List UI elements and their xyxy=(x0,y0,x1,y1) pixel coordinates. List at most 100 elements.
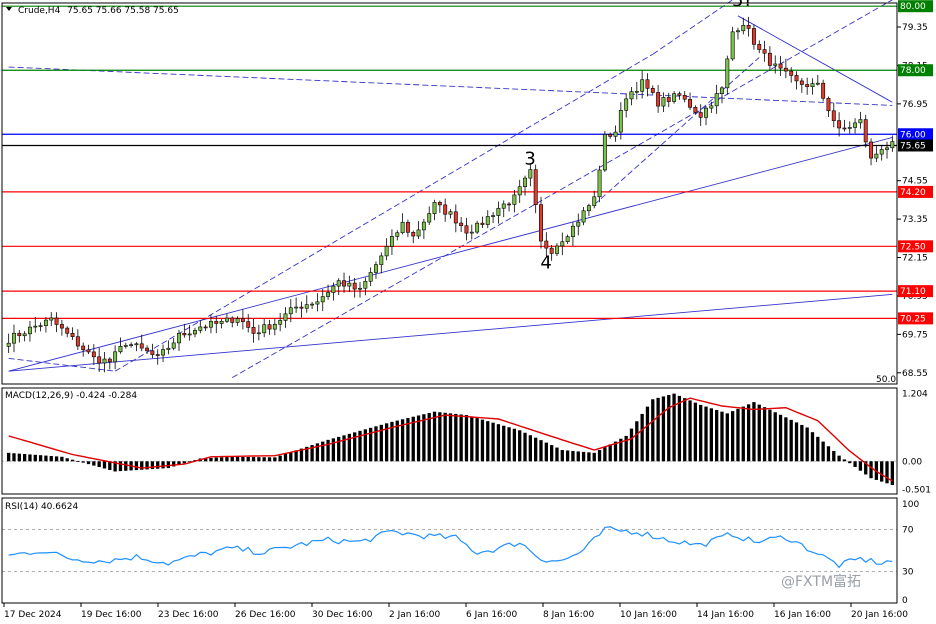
candle xyxy=(751,24,756,50)
candle xyxy=(54,312,59,333)
candle-body xyxy=(150,350,155,355)
candle-body xyxy=(709,105,714,109)
candle-body xyxy=(826,97,831,112)
candle xyxy=(459,217,464,233)
candle-body xyxy=(75,336,80,347)
macd-bar xyxy=(273,457,277,462)
candle-body xyxy=(586,205,591,212)
collapse-arrow-icon[interactable] xyxy=(6,7,12,11)
candle-body xyxy=(81,345,86,351)
candle-body xyxy=(805,84,810,87)
candle xyxy=(91,344,96,365)
candle-body xyxy=(43,319,48,326)
x-tick-label: 23 Dec 16:00 xyxy=(158,610,219,620)
macd-bar xyxy=(869,461,873,479)
candle xyxy=(374,261,378,279)
candle xyxy=(81,342,86,357)
candle-body xyxy=(725,58,730,89)
candle-body xyxy=(704,107,708,118)
candle-body xyxy=(374,264,378,273)
macd-bar xyxy=(810,432,815,462)
macd-bar xyxy=(555,447,559,462)
candle xyxy=(145,345,150,355)
candle-body xyxy=(315,301,320,305)
macd-bar xyxy=(182,461,186,464)
candle-body xyxy=(129,344,134,346)
candle xyxy=(75,329,80,350)
candle xyxy=(656,85,661,113)
macd-bar xyxy=(54,456,59,462)
wave5-resistance-line xyxy=(737,15,893,103)
macd-bar xyxy=(667,395,671,462)
macd-bar xyxy=(507,427,511,462)
macd-bar xyxy=(337,436,341,462)
macd-bar xyxy=(528,435,533,462)
candle-body xyxy=(890,141,895,149)
candle-body xyxy=(821,82,826,99)
candle-body xyxy=(613,131,618,137)
candle-body xyxy=(171,342,176,349)
candle xyxy=(198,320,203,334)
candle xyxy=(725,55,730,95)
candle-body xyxy=(134,343,139,346)
macd-bar xyxy=(219,457,224,462)
candle xyxy=(70,327,75,340)
wave-label: 4 xyxy=(540,253,551,274)
candle xyxy=(405,219,410,238)
candle xyxy=(395,230,400,241)
candle xyxy=(512,190,517,213)
candle xyxy=(773,55,778,74)
candle xyxy=(416,221,421,240)
candle xyxy=(432,199,437,221)
x-tick-label: 10 Jan 16:00 xyxy=(620,610,677,620)
candle-body xyxy=(501,203,506,209)
candle-body xyxy=(528,169,533,179)
candle xyxy=(107,357,112,370)
macd-bar xyxy=(251,457,256,462)
macd-bar xyxy=(789,419,793,462)
macd-bar xyxy=(283,453,288,462)
candle xyxy=(475,220,480,235)
macd-bar xyxy=(752,402,756,462)
price-frame xyxy=(1,2,898,385)
candle xyxy=(799,78,804,93)
macd-bar xyxy=(12,453,16,462)
candle-body xyxy=(102,358,107,364)
macd-bar xyxy=(773,412,777,462)
macd-bar xyxy=(651,399,655,462)
candle xyxy=(464,217,469,241)
candle xyxy=(831,102,836,128)
candle xyxy=(219,319,224,329)
macd-bar xyxy=(486,421,490,462)
candle-body xyxy=(416,229,421,237)
candle-body xyxy=(634,90,639,93)
candle xyxy=(757,40,762,54)
macd-bar xyxy=(209,457,213,462)
candle-body xyxy=(480,222,485,225)
candle-body xyxy=(368,272,373,282)
candle xyxy=(523,175,527,196)
candle-body xyxy=(688,98,693,108)
candle-body xyxy=(208,320,213,328)
candle-body xyxy=(405,221,410,233)
candle xyxy=(826,96,831,118)
price-tick-label: 73.35 xyxy=(902,215,928,225)
candle xyxy=(310,301,315,310)
candle xyxy=(634,81,639,100)
macd-bar xyxy=(432,411,437,462)
price-tick-label: 68.55 xyxy=(902,369,928,379)
candle-body xyxy=(421,221,426,231)
candle xyxy=(645,73,650,97)
candle xyxy=(267,319,272,335)
macd-bar xyxy=(757,404,761,462)
candle xyxy=(682,90,687,103)
candle xyxy=(602,130,607,173)
candle-body xyxy=(507,203,512,206)
candle xyxy=(28,321,32,342)
candle-body xyxy=(624,98,629,111)
candle xyxy=(666,92,671,108)
candle xyxy=(736,27,740,40)
level-tag-label: 80.00 xyxy=(900,2,926,12)
candle-body xyxy=(70,332,75,337)
candle xyxy=(368,267,373,287)
